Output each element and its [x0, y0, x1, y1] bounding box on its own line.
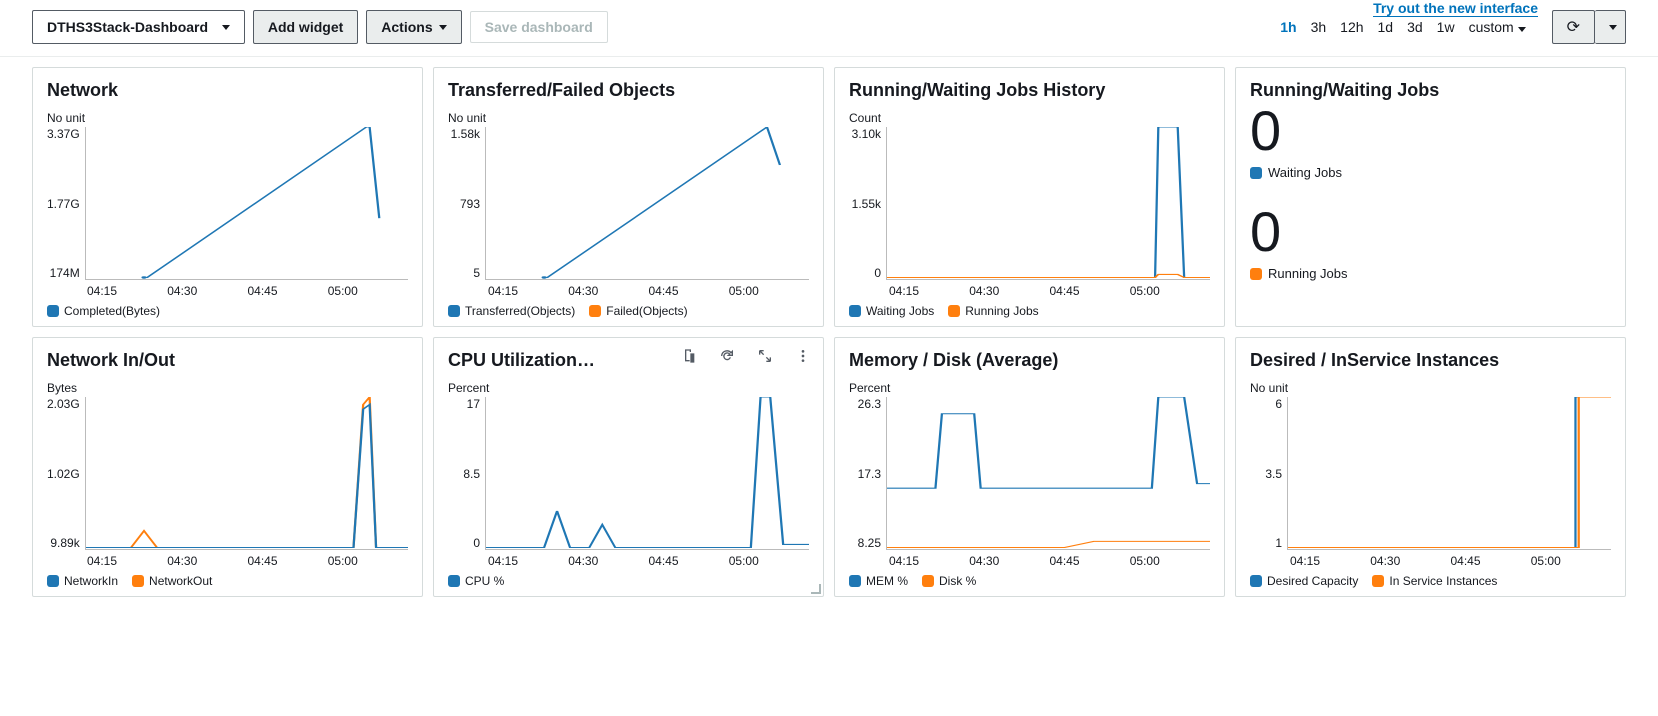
time-range: 1h 3h 12h 1d 3d 1w custom [1280, 19, 1525, 35]
refresh-icon[interactable] [719, 348, 735, 367]
panel-cpu: CPU Utilization (… Percent 178.50 04:150… [433, 337, 824, 597]
caret-down-icon [222, 25, 230, 30]
chart-plot[interactable] [886, 127, 1210, 280]
chart-plot[interactable] [886, 397, 1210, 550]
time-range-custom[interactable]: custom [1469, 19, 1526, 35]
stat-value-running: 0 [1250, 204, 1611, 260]
time-range-3d[interactable]: 3d [1407, 19, 1423, 35]
panel-title: Transferred/Failed Objects [448, 80, 809, 101]
time-range-3h[interactable]: 3h [1311, 19, 1327, 35]
actions-button[interactable]: Actions [366, 10, 461, 44]
toolbar: DTHS3Stack-Dashboard Add widget Actions … [0, 0, 1658, 57]
panel-transferred: Transferred/Failed Objects No unit 1.58k… [433, 67, 824, 327]
panel-jobs-now: Running/Waiting Jobs 0 Waiting Jobs 0 Ru… [1235, 67, 1626, 327]
panel-grid: Network No unit 3.37G1.77G174M 04:1504:3… [0, 57, 1658, 617]
dashboard-selector-label: DTHS3Stack-Dashboard [47, 19, 208, 35]
legend: Completed(Bytes) [47, 304, 408, 318]
time-range-12h[interactable]: 12h [1340, 19, 1363, 35]
chart-plot[interactable] [85, 397, 408, 550]
caret-down-icon [439, 25, 447, 30]
resize-handle[interactable] [811, 584, 821, 594]
panel-unit: No unit [448, 111, 809, 125]
panel-title: Running/Waiting Jobs History [849, 80, 1210, 101]
panel-memory-disk: Memory / Disk (Average) Percent 26.317.3… [834, 337, 1225, 597]
x-axis: 04:1504:3004:4505:00 [47, 280, 408, 298]
save-dashboard-button: Save dashboard [470, 11, 608, 43]
time-range-1w[interactable]: 1w [1437, 19, 1455, 35]
time-range-1d[interactable]: 1d [1378, 19, 1394, 35]
add-widget-button[interactable]: Add widget [253, 10, 358, 44]
y-axis: 3.37G1.77G174M [47, 127, 85, 280]
panel-instances: Desired / InService Instances No unit 63… [1235, 337, 1626, 597]
chart-plot[interactable] [1287, 397, 1611, 550]
time-range-1h[interactable]: 1h [1280, 19, 1296, 35]
panel-jobs-history: Running/Waiting Jobs History Count 3.10k… [834, 67, 1225, 327]
stat-value-waiting: 0 [1250, 103, 1611, 159]
legend-swatch [47, 305, 59, 317]
panel-network: Network No unit 3.37G1.77G174M 04:1504:3… [32, 67, 423, 327]
refresh-dropdown[interactable] [1595, 10, 1626, 44]
expand-icon[interactable] [757, 348, 773, 367]
copy-icon[interactable] [681, 348, 697, 367]
refresh-icon: ⟳ [1567, 17, 1580, 37]
caret-down-icon [1518, 27, 1526, 32]
caret-down-icon [1609, 25, 1617, 30]
panel-title: Running/Waiting Jobs [1250, 80, 1611, 101]
more-icon[interactable] [795, 348, 811, 367]
panel-network-io: Network In/Out Bytes 2.03G1.02G9.89k 04:… [32, 337, 423, 597]
panel-title: Network [47, 80, 408, 101]
dashboard-selector[interactable]: DTHS3Stack-Dashboard [32, 10, 245, 44]
chart-plot[interactable] [485, 127, 809, 280]
refresh-button[interactable]: ⟳ [1552, 10, 1595, 44]
panel-unit: No unit [47, 111, 408, 125]
chart-plot[interactable] [485, 397, 809, 550]
chart-plot[interactable] [85, 127, 408, 280]
